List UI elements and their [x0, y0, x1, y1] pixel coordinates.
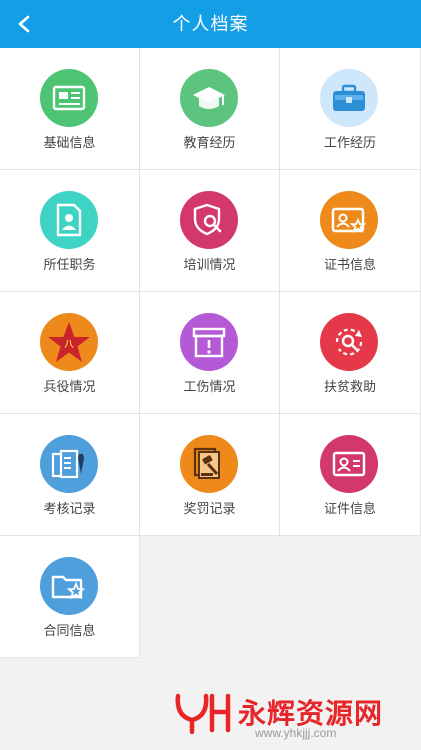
menu-item-certificates[interactable]: 证书信息 [280, 170, 421, 292]
menu-item-label: 工作经历 [323, 135, 376, 150]
id-card-small-icon [320, 435, 378, 493]
menu-item-label: 所任职务 [43, 257, 96, 272]
menu-item-documents[interactable]: 证件信息 [280, 414, 421, 536]
gavel-icon [180, 435, 238, 493]
menu-item-label: 奖罚记录 [183, 501, 236, 516]
top-app-bar: 个人档案 [0, 0, 421, 48]
menu-item-training[interactable]: 培训情况 [140, 170, 280, 292]
menu-item-label: 证件信息 [323, 501, 376, 516]
menu-item-label: 考核记录 [43, 501, 96, 516]
menu-item-military-service[interactable]: 八 兵役情况 [0, 292, 140, 414]
menu-item-assessment[interactable]: 考核记录 [0, 414, 140, 536]
yh-logo-icon [175, 693, 231, 734]
certificate-icon [320, 191, 378, 249]
menu-item-poverty-relief[interactable]: 扶贫救助 [280, 292, 421, 414]
page-title: 个人档案 [172, 14, 249, 34]
menu-item-basic-info[interactable]: 基础信息 [0, 48, 140, 170]
menu-item-label: 兵役情况 [43, 379, 96, 394]
profile-menu-grid: 基础信息 教育经历 工作经历 所任职务 培训情况 证书信息 八 兵役情况 工伤情… [0, 48, 421, 662]
menu-item-contracts[interactable]: 合同信息 [0, 536, 140, 658]
menu-item-position[interactable]: 所任职务 [0, 170, 140, 292]
menu-item-label: 证书信息 [323, 257, 376, 272]
menu-item-work-injury[interactable]: 工伤情况 [140, 292, 280, 414]
menu-item-education[interactable]: 教育经历 [140, 48, 280, 170]
document-tie-icon [40, 435, 98, 493]
watermark-url: www.yhkjjj.com [255, 726, 337, 740]
menu-item-label: 工伤情况 [183, 379, 236, 394]
svg-text:八: 八 [63, 339, 74, 349]
briefcase-icon [320, 69, 378, 127]
search-refresh-icon [320, 313, 378, 371]
menu-item-label: 教育经历 [183, 135, 236, 150]
menu-item-label: 扶贫救助 [323, 379, 376, 394]
menu-item-work-experience[interactable]: 工作经历 [280, 48, 421, 170]
menu-item-label: 合同信息 [43, 623, 96, 638]
graduation-cap-icon [180, 69, 238, 127]
bottom-area: 永辉资源网 www.yhkjjj.com [0, 662, 421, 750]
shield-search-icon [180, 191, 238, 249]
menu-item-rewards-penalties[interactable]: 奖罚记录 [140, 414, 280, 536]
alert-box-icon [180, 313, 238, 371]
menu-item-label: 基础信息 [43, 135, 96, 150]
badge-person-icon [40, 191, 98, 249]
id-card-icon [40, 69, 98, 127]
army-star-icon: 八 [40, 313, 98, 371]
menu-item-label: 培训情况 [183, 257, 236, 272]
folder-star-icon [40, 557, 98, 615]
